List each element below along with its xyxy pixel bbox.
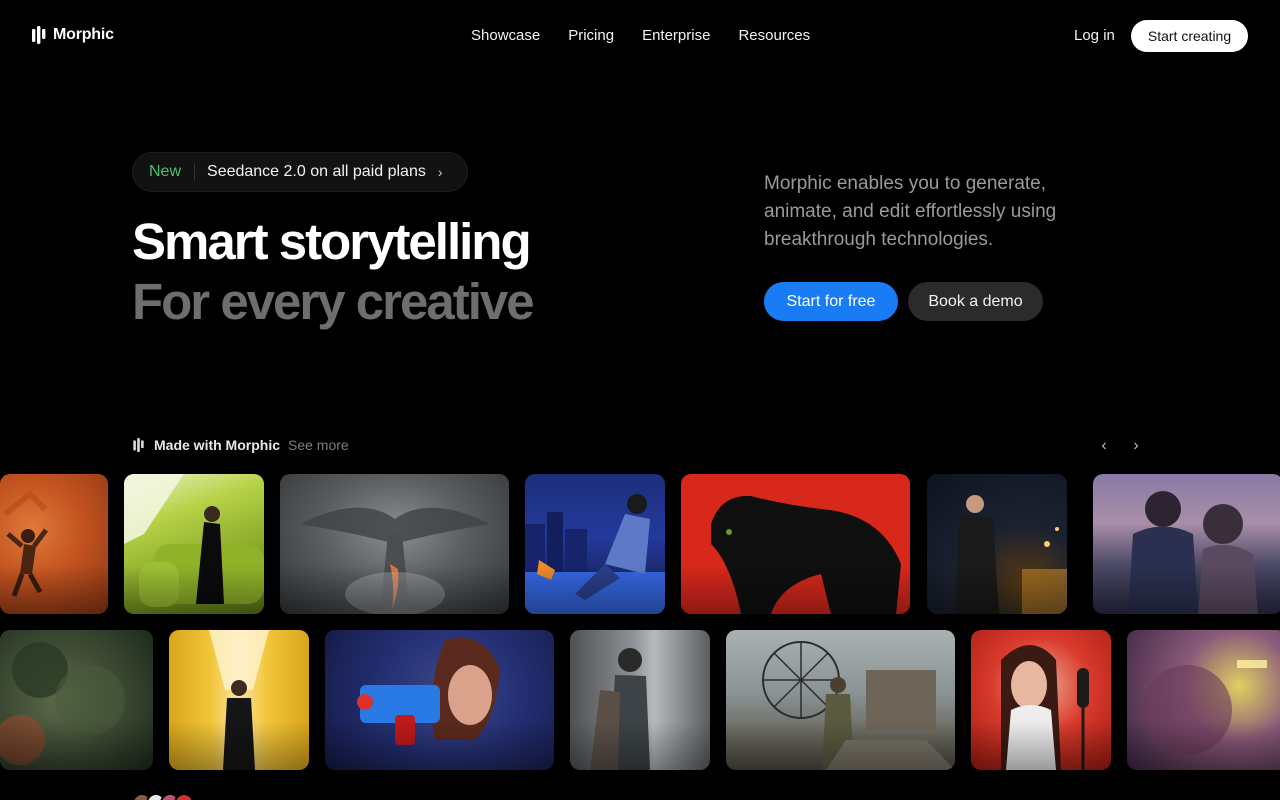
gallery-thumbnail[interactable] <box>0 630 153 770</box>
gallery-thumbnail[interactable] <box>1127 630 1280 770</box>
login-link[interactable]: Log in <box>1074 27 1115 44</box>
brand-logo[interactable]: Morphic <box>32 26 114 44</box>
gallery-thumbnail[interactable] <box>570 630 710 770</box>
badge-divider <box>194 163 196 181</box>
book-demo-button[interactable]: Book a demo <box>908 282 1043 321</box>
top-nav: Morphic Showcase Pricing Enterprise Reso… <box>0 0 1280 72</box>
gallery-header: Made with Morphic See more <box>133 437 349 453</box>
chevron-right-icon[interactable]: › <box>1126 436 1146 456</box>
announcement-badge[interactable]: New Seedance 2.0 on all paid plans › <box>132 152 468 192</box>
nav-link-showcase[interactable]: Showcase <box>471 27 540 44</box>
testimonial-avatars <box>132 793 194 800</box>
start-creating-button[interactable]: Start creating <box>1131 20 1248 52</box>
gallery-thumbnail[interactable] <box>0 474 108 614</box>
gallery-thumbnail[interactable] <box>124 474 264 614</box>
hero-description: Morphic enables you to generate, animate… <box>764 173 1057 250</box>
hero-title: Smart storytelling <box>132 213 532 270</box>
gallery-thumbnail[interactable] <box>971 630 1111 770</box>
gallery-thumbnail[interactable] <box>325 630 554 770</box>
chevron-right-icon: › <box>437 164 443 180</box>
nav-link-pricing[interactable]: Pricing <box>568 27 614 44</box>
hero-subtitle: For every creative <box>132 273 535 330</box>
gallery-thumbnail[interactable] <box>1093 474 1280 614</box>
gallery-thumbnail[interactable] <box>927 474 1067 614</box>
badge-text: Seedance 2.0 on all paid plans <box>207 163 426 180</box>
badge-new-tag: New <box>149 163 182 180</box>
nav-links: Showcase Pricing Enterprise Resources <box>471 27 810 44</box>
morphic-logo-icon <box>32 26 46 44</box>
gallery-thumbnail[interactable] <box>525 474 665 614</box>
gallery-title: Made with Morphic <box>154 437 280 453</box>
gallery-thumbnail[interactable] <box>681 474 910 614</box>
gallery-thumbnail[interactable] <box>726 630 955 770</box>
chevron-left-icon[interactable]: ‹ <box>1094 436 1114 456</box>
gallery-thumbnail[interactable] <box>280 474 509 614</box>
nav-link-resources[interactable]: Resources <box>738 27 810 44</box>
morphic-small-logo-icon <box>133 438 144 452</box>
nav-link-enterprise[interactable]: Enterprise <box>642 27 710 44</box>
start-for-free-button[interactable]: Start for free <box>764 282 898 321</box>
see-more-link[interactable]: See more <box>288 437 349 453</box>
brand-name: Morphic <box>53 26 114 43</box>
gallery-thumbnail[interactable] <box>169 630 309 770</box>
avatar <box>174 793 194 800</box>
